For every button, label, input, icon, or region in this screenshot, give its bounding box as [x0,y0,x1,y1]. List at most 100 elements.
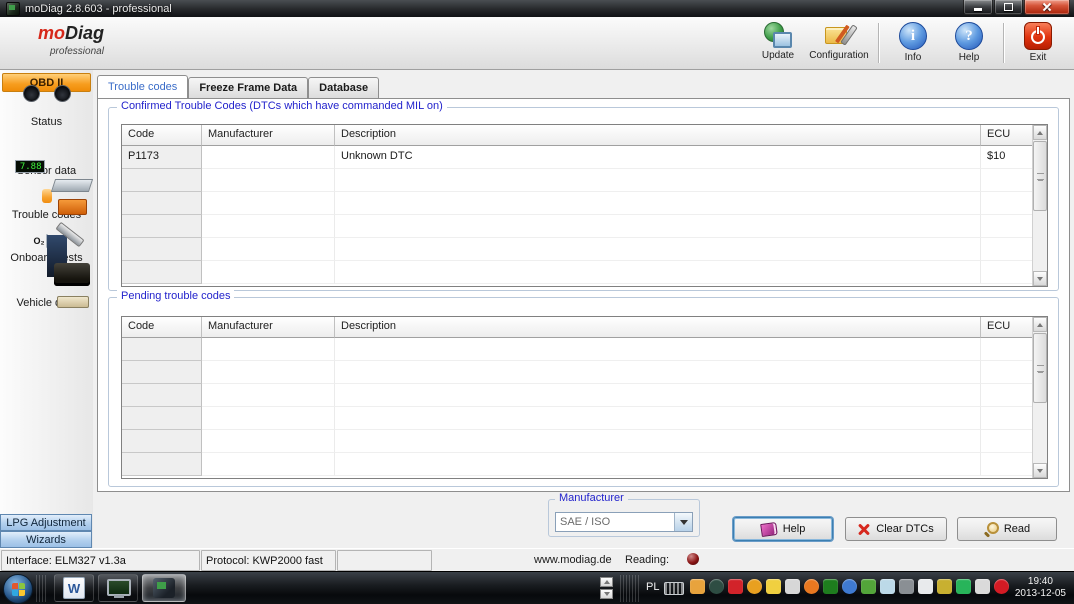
configuration-button[interactable]: Configuration [806,19,872,67]
wizards-button[interactable]: Wizards [0,531,92,548]
taskbar-item-word[interactable]: W [54,574,94,602]
globe-tray-icon[interactable] [842,579,857,594]
table-row[interactable] [122,192,1032,215]
column-header-ecu[interactable]: ECU [981,125,1032,146]
interface-status: Interface: ELM327 v1.3a [1,550,200,571]
table-row[interactable] [122,238,1032,261]
column-header-manufacturer[interactable]: Manufacturer [202,125,335,146]
table-row[interactable] [122,384,1032,407]
help-button[interactable]: Help [733,517,833,541]
table-row[interactable] [122,169,1032,192]
restore-button[interactable] [994,0,1023,15]
table-row[interactable] [122,361,1032,384]
help-label: Help [958,52,980,63]
scroll-up-button[interactable] [1033,317,1047,332]
tab-freeze-frame-data[interactable]: Freeze Frame Data [188,77,309,98]
vertical-scrollbar[interactable] [1032,125,1047,286]
taskbar-clock[interactable]: 19:40 2013-12-05 [1015,576,1066,600]
tab-trouble-codes[interactable]: Trouble codes [97,75,189,98]
sidebar-item-vehicle-data[interactable]: Vehicle data [0,282,93,309]
title-bar: moDiag 2.8.603 - professional [0,0,1074,17]
tray-overflow-arrows[interactable] [600,577,613,599]
green-app-tray-icon[interactable] [861,579,876,594]
opera-tray-icon[interactable] [994,579,1009,594]
column-header-code[interactable]: Code [122,317,202,338]
flash-chat-tray-icon[interactable] [766,579,781,594]
table-cell [122,261,202,284]
modiag-logo: moDiag professional [38,24,104,60]
website-link[interactable]: www.modiag.de [534,554,612,566]
update-button[interactable]: Update [750,19,806,67]
column-header-ecu[interactable]: ECU [981,317,1032,338]
error-circle-tray-icon[interactable] [804,579,819,594]
green-square-tray-icon[interactable] [823,579,838,594]
user-tray-icon[interactable] [690,579,705,594]
configuration-icon [825,22,853,48]
vertical-scrollbar[interactable] [1032,317,1047,478]
read-button[interactable]: Read [957,517,1057,541]
scrollbar-thumb[interactable] [1033,141,1047,211]
table-cell [122,338,202,361]
minimize-icon [974,8,982,11]
table-row[interactable] [122,407,1032,430]
help-toolbar-button[interactable]: ? Help [941,19,997,67]
table-cell [122,407,202,430]
manufacturer-select[interactable]: SAE / ISO [555,512,693,532]
scroll-down-button[interactable] [1033,271,1047,286]
table-row[interactable]: P1173 Unknown DTC $10 [122,146,1032,169]
dropdown-button[interactable] [674,513,692,531]
scrollbar-thumb[interactable] [1033,333,1047,403]
pending-dtc-group: Pending trouble codes Code Manufacturer De… [108,290,1059,487]
keyboard-tray-icon[interactable] [664,582,684,595]
language-indicator[interactable]: PL [646,581,659,593]
column-header-code[interactable]: Code [122,125,202,146]
equalizer-tray-icon[interactable] [956,579,971,594]
taskbar-grip [620,575,640,602]
manufacturer-group: Manufacturer SAE / ISO [548,492,700,537]
reading-label: Reading: [625,554,670,566]
clear-dtcs-button[interactable]: Clear DTCs [845,517,947,541]
ring-status-tray-icon[interactable] [709,579,724,594]
table-row[interactable] [122,215,1032,238]
start-button[interactable] [3,574,33,604]
manufacturer-selected-value: SAE / ISO [560,516,611,528]
exit-button[interactable]: Exit [1010,19,1066,67]
table-row[interactable] [122,261,1032,284]
gold-dot-tray-icon[interactable] [747,579,762,594]
lpg-adjustment-button[interactable]: LPG Adjustment [0,514,92,531]
close-icon [1042,2,1052,12]
tab-database[interactable]: Database [308,77,380,98]
info-button[interactable]: i Info [885,19,941,67]
sidebar-item-status[interactable]: Status [0,101,93,128]
warning-tool-tray-icon[interactable] [937,579,952,594]
table-cell [335,453,981,476]
column-header-description[interactable]: Description [335,125,981,146]
taskbar-item-modiag[interactable] [142,574,186,602]
taskbar-item-system-monitor[interactable] [98,574,138,602]
table-row[interactable] [122,338,1032,361]
plane-app-tray-icon[interactable] [880,579,895,594]
column-header-description[interactable]: Description [335,317,981,338]
sidebar-item-sensor-data[interactable]: 7.88 Sensor data [0,150,93,177]
device-tray-icon[interactable] [785,579,800,594]
table-cell [981,453,1032,476]
minimize-button[interactable] [963,0,993,15]
battery-tray-icon[interactable] [918,579,933,594]
table-cell [981,192,1032,215]
column-header-manufacturer[interactable]: Manufacturer [202,317,335,338]
muted-speaker-tray-icon[interactable] [975,579,990,594]
scroll-down-button[interactable] [1033,463,1047,478]
close-button[interactable] [1024,0,1070,15]
scroll-up-button[interactable] [1033,125,1047,140]
table-row[interactable] [122,430,1032,453]
tray-up-button[interactable] [600,577,613,587]
onboard-tests-icon: O₂ [34,234,48,248]
sidebar-item-trouble-codes[interactable]: Trouble codes [0,189,93,221]
table-cell [122,169,202,192]
red-led-tray-icon[interactable] [728,579,743,594]
table-row[interactable] [122,453,1032,476]
tray-down-button[interactable] [600,589,613,599]
monitor-tray-icon[interactable] [899,579,914,594]
table-cell [202,192,335,215]
sidebar-item-onboard-tests[interactable]: O₂ Onboard-Tests [0,233,93,264]
